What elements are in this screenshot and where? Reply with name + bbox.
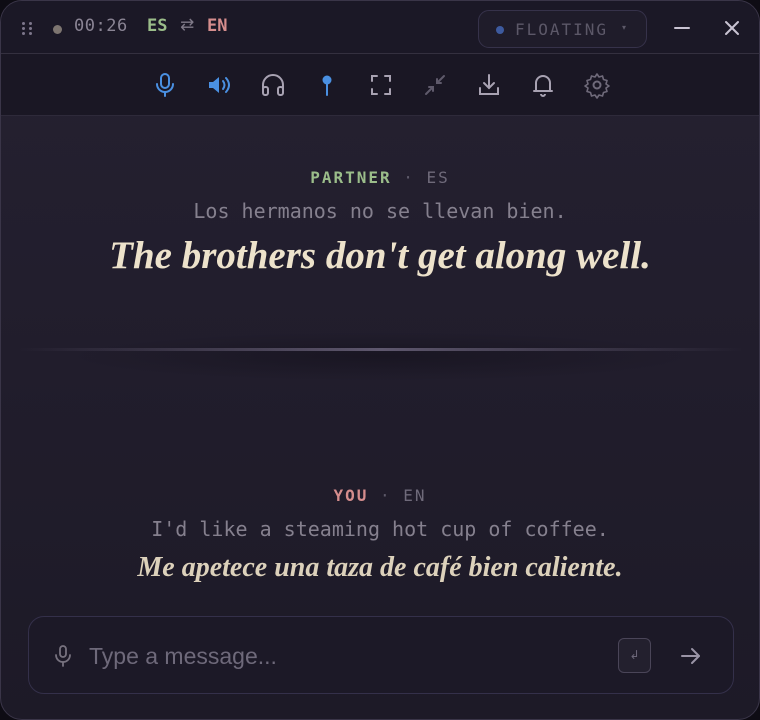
you-original-text: I'd like a steaming hot cup of coffee. xyxy=(151,517,609,541)
message-composer: ↲ xyxy=(28,616,734,694)
speaker-icon xyxy=(209,77,230,93)
collapse-icon xyxy=(425,75,445,95)
partner-language: ES xyxy=(426,168,450,187)
fullscreen-button[interactable] xyxy=(367,71,395,99)
target-language-label[interactable]: EN xyxy=(207,16,227,36)
compact-button[interactable] xyxy=(421,71,449,99)
minimize-icon xyxy=(674,27,690,29)
arrow-right-icon xyxy=(681,648,700,664)
divider-shadow xyxy=(61,331,701,381)
composer-mic-button[interactable] xyxy=(53,645,73,667)
pin-icon xyxy=(322,75,332,96)
enter-key-hint: ↲ xyxy=(618,638,651,673)
microphone-button[interactable] xyxy=(151,71,179,99)
bell-icon xyxy=(533,75,553,97)
recording-status-dot xyxy=(53,25,62,34)
toolbar xyxy=(1,54,759,116)
speaker-separator: · xyxy=(403,168,415,187)
title-bar: 00:26 ES ⇄ EN FLOATING ▾ xyxy=(1,1,759,54)
mode-label: FLOATING xyxy=(515,20,609,39)
microphone-icon xyxy=(156,73,174,97)
microphone-icon xyxy=(55,645,71,667)
notifications-button[interactable] xyxy=(529,71,557,99)
pin-button[interactable] xyxy=(313,71,341,99)
minimize-button[interactable] xyxy=(669,15,695,41)
headphones-button[interactable] xyxy=(259,71,287,99)
window-mode-dropdown[interactable]: FLOATING ▾ xyxy=(478,10,647,48)
mode-indicator-dot xyxy=(496,26,504,34)
translator-window: 00:26 ES ⇄ EN FLOATING ▾ PARTNER · ES Lo… xyxy=(0,0,760,720)
partner-label: PARTNER xyxy=(310,168,392,187)
settings-button[interactable] xyxy=(583,71,611,99)
partner-original-text: Los hermanos no se llevan bien. xyxy=(193,199,567,223)
send-button[interactable] xyxy=(677,643,705,669)
you-speaker-line: YOU · EN xyxy=(1,486,759,505)
close-button[interactable] xyxy=(719,15,745,41)
source-language-label[interactable]: ES xyxy=(147,16,167,36)
session-timer: 00:26 xyxy=(74,16,128,36)
gear-icon xyxy=(584,73,610,99)
you-language: EN xyxy=(403,486,427,505)
chevron-down-icon: ▾ xyxy=(622,23,627,32)
partner-speaker-line: PARTNER · ES xyxy=(1,168,759,187)
partner-translation: The brothers don't get along well. xyxy=(109,234,651,277)
swap-languages-icon[interactable]: ⇄ xyxy=(180,15,194,35)
speaker-button[interactable] xyxy=(205,71,233,99)
you-label: YOU xyxy=(333,486,369,505)
download-icon xyxy=(479,74,499,95)
close-icon xyxy=(725,21,739,35)
you-translation: Me apetece una taza de café bien calient… xyxy=(137,552,623,583)
speaker-separator: · xyxy=(380,486,392,505)
download-button[interactable] xyxy=(475,71,503,99)
drag-handle-icon[interactable] xyxy=(22,22,34,36)
expand-icon xyxy=(371,75,391,95)
headphones-icon xyxy=(262,74,284,96)
message-input[interactable] xyxy=(89,637,609,675)
conversation-divider xyxy=(19,348,743,351)
